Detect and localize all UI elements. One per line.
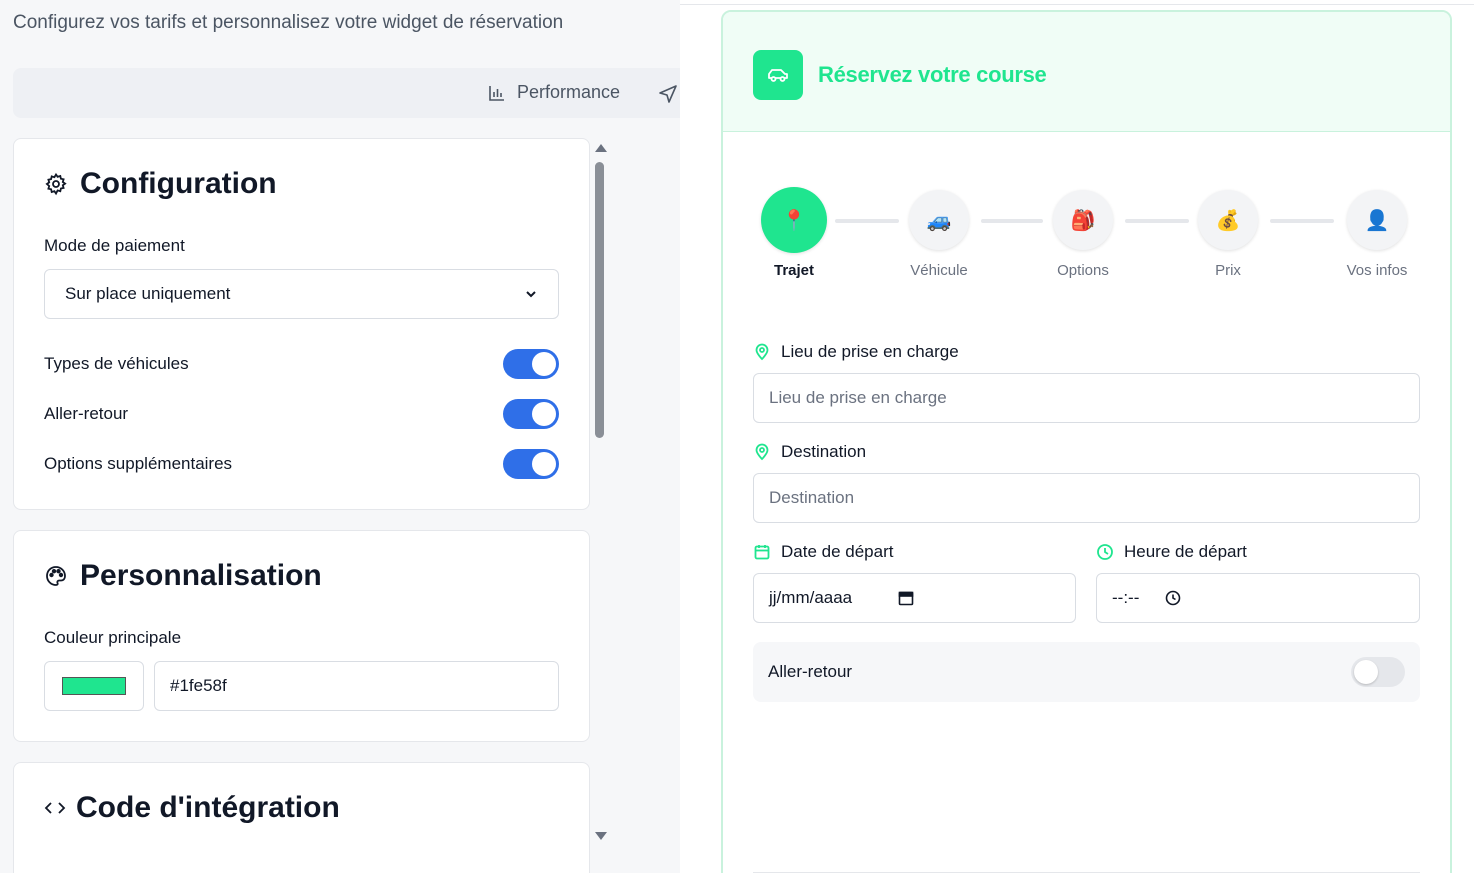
gear-icon	[45, 172, 67, 196]
toggle-round-trip[interactable]	[503, 399, 559, 429]
step-label: Vos infos	[1346, 262, 1408, 279]
time-input[interactable]: --:--	[1096, 573, 1420, 623]
clock-icon	[1097, 544, 1113, 560]
send-icon	[659, 85, 677, 103]
clock-picker-icon[interactable]	[1165, 590, 1181, 606]
map-pin-icon	[755, 343, 769, 361]
personalisation-title: Personnalisation	[44, 559, 322, 593]
toggle-extra-options[interactable]	[503, 449, 559, 479]
personalisation-card: Personnalisation Couleur principale #1fe…	[13, 530, 590, 742]
user-icon: 👤	[1347, 190, 1407, 250]
pickup-label: Lieu de prise en charge	[753, 342, 959, 362]
date-label-text: Date de départ	[781, 542, 894, 561]
car-icon	[768, 69, 788, 82]
time-label: Heure de départ	[1096, 542, 1247, 562]
destination-placeholder: Destination	[769, 488, 855, 507]
widget-preview-pane: Réservez votre course 📍 Trajet 🚙 Véhicul…	[680, 0, 1474, 873]
time-label-text: Heure de départ	[1124, 542, 1247, 561]
toggle-vehicle-types[interactable]	[503, 349, 559, 379]
toggle-label-round-trip: Aller-retour	[44, 404, 129, 423]
color-picker[interactable]	[44, 661, 144, 711]
pickup-input[interactable]: Lieu de prise en charge	[753, 373, 1420, 423]
payment-mode-label: Mode de paiement	[44, 236, 185, 255]
main-color-label: Couleur principale	[44, 628, 182, 647]
calendar-picker-icon[interactable]	[898, 590, 914, 606]
chevron-down-icon	[526, 291, 536, 298]
roundtrip-toggle[interactable]	[1351, 657, 1405, 687]
step-label: Prix	[1215, 262, 1241, 279]
money-bag-icon: 💰	[1198, 190, 1258, 250]
tab-performance-label: Performance	[517, 82, 621, 102]
configuration-title-text: Configuration	[80, 167, 277, 200]
date-value: jj/mm/aaaa	[769, 588, 853, 607]
date-input[interactable]: jj/mm/aaaa	[753, 573, 1076, 623]
pickup-placeholder: Lieu de prise en charge	[769, 388, 947, 407]
integration-title: Code d'intégration	[44, 791, 340, 825]
toggle-label-vehicle-types: Types de véhicules	[44, 354, 189, 373]
page-subtitle: Configurez vos tarifs et personnalisez v…	[13, 12, 564, 33]
tab-performance[interactable]: Performance	[487, 82, 620, 103]
settings-pane: Configurez vos tarifs et personnalisez v…	[0, 0, 680, 873]
personalisation-title-text: Personnalisation	[80, 559, 322, 592]
scrollbar[interactable]	[592, 140, 608, 848]
palette-icon	[46, 566, 66, 586]
step-label: Véhicule	[910, 262, 968, 279]
date-label: Date de départ	[753, 542, 893, 562]
toggle-row-extra-options: Options supplémentaires	[44, 449, 559, 479]
payment-mode-select[interactable]: Sur place uniquement	[44, 269, 559, 319]
configuration-title: Configuration	[44, 167, 277, 201]
pickup-label-text: Lieu de prise en charge	[781, 342, 959, 361]
pin-icon: 📍	[761, 187, 827, 253]
step-label: Options	[1057, 262, 1109, 279]
color-swatch	[62, 677, 126, 695]
toggle-row-vehicle-types: Types de véhicules	[44, 349, 559, 379]
booking-widget: Réservez votre course 📍 Trajet 🚙 Véhicul…	[721, 10, 1452, 873]
configuration-card: Configuration Mode de paiement Sur place…	[13, 138, 590, 510]
step-your-info[interactable]: 👤 Vos infos	[1327, 190, 1427, 279]
color-hex-input[interactable]: #1fe58f	[154, 661, 559, 711]
integration-card: Code d'intégration	[13, 762, 590, 873]
scroll-up-arrow[interactable]	[595, 144, 607, 152]
widget-title: Réservez votre course	[818, 62, 1047, 87]
vehicle-icon: 🚙	[909, 190, 969, 250]
time-value: --:--	[1112, 588, 1140, 607]
scroll-down-arrow[interactable]	[595, 832, 607, 840]
backpack-icon: 🎒	[1053, 190, 1113, 250]
step-trip[interactable]: 📍 Trajet	[744, 187, 844, 279]
step-price[interactable]: 💰 Prix	[1178, 190, 1278, 279]
payment-mode-value: Sur place uniquement	[65, 284, 231, 303]
step-connector	[1270, 219, 1334, 223]
step-options[interactable]: 🎒 Options	[1033, 190, 1133, 279]
roundtrip-row: Aller-retour	[753, 642, 1420, 702]
roundtrip-label: Aller-retour	[768, 662, 853, 681]
destination-label-text: Destination	[781, 442, 867, 461]
tab-send[interactable]	[657, 83, 679, 110]
step-vehicle[interactable]: 🚙 Véhicule	[889, 190, 989, 279]
toggle-label-extra-options: Options supplémentaires	[44, 454, 233, 473]
step-label: Trajet	[773, 262, 815, 279]
integration-title-text: Code d'intégration	[76, 791, 340, 824]
divider	[680, 4, 1474, 5]
map-pin-icon	[755, 443, 769, 461]
widget-header: Réservez votre course	[723, 12, 1450, 132]
destination-input[interactable]: Destination	[753, 473, 1420, 523]
tab-bar: Performance	[13, 68, 680, 118]
calendar-icon	[754, 545, 770, 560]
car-logo	[753, 50, 803, 100]
color-hex-value: #1fe58f	[170, 676, 227, 695]
toggle-row-round-trip: Aller-retour	[44, 399, 559, 429]
bar-chart-icon	[489, 85, 504, 101]
destination-label: Destination	[753, 442, 866, 462]
scroll-thumb[interactable]	[595, 162, 604, 438]
code-icon	[44, 802, 66, 814]
